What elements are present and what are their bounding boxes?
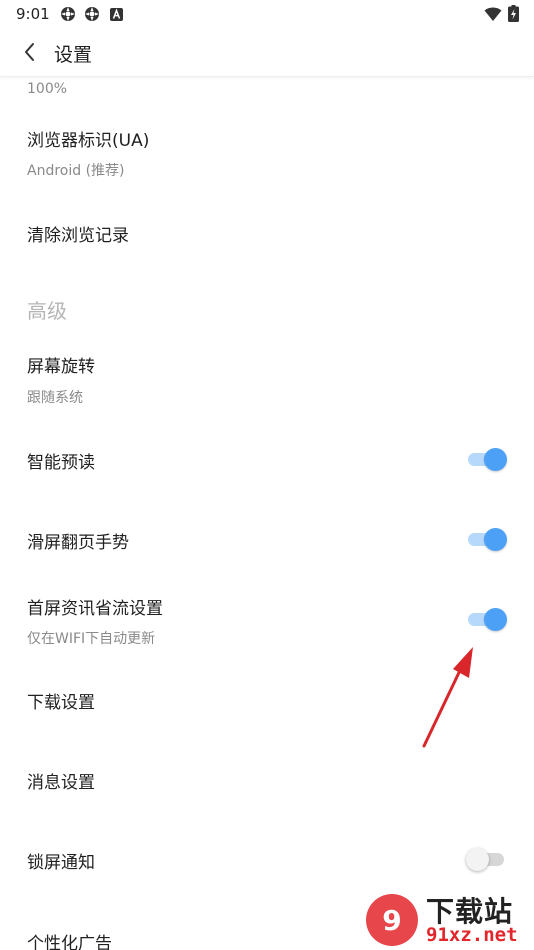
- screen-rotation-title: 屏幕旋转: [27, 357, 95, 377]
- watermark-domain: 91xz.net: [426, 924, 518, 946]
- settings-item-data-saver[interactable]: 首屏资讯省流设置 仅在WIFI下自动更新: [0, 582, 534, 658]
- personalized-ads-title: 个性化广告: [27, 934, 112, 950]
- ua-title: 浏览器标识(UA): [27, 131, 150, 151]
- app-bar: 设置: [0, 28, 534, 77]
- settings-item-screen-rotation[interactable]: 屏幕旋转 跟随系统: [0, 340, 534, 418]
- settings-item-swipe-gesture[interactable]: 滑屏翻页手势: [0, 510, 534, 570]
- lock-screen-notify-title: 锁屏通知: [27, 853, 95, 873]
- lock-screen-notify-toggle[interactable]: [466, 847, 508, 871]
- battery-icon: [508, 5, 519, 22]
- settings-item-clear-history[interactable]: 清除浏览记录: [0, 200, 534, 266]
- ua-summary: Android (推荐): [27, 163, 125, 179]
- advanced-header: 高级: [27, 299, 67, 323]
- swipe-gesture-title: 滑屏翻页手势: [27, 533, 129, 553]
- settings-item-ua[interactable]: 浏览器标识(UA) Android (推荐): [0, 112, 534, 190]
- watermark-logo-icon: 9: [366, 894, 418, 946]
- status-bar: 9:01: [0, 0, 534, 28]
- section-header-advanced: 高级: [0, 282, 534, 332]
- status-time: 9:01: [16, 5, 50, 23]
- settings-item-zoom[interactable]: 100%: [0, 80, 534, 102]
- message-settings-title: 消息设置: [27, 773, 95, 793]
- page-title: 设置: [54, 44, 93, 66]
- clear-history-title: 清除浏览记录: [27, 226, 129, 246]
- data-saver-summary: 仅在WIFI下自动更新: [27, 631, 156, 647]
- watermark: 9 下载站 91xz.net: [360, 888, 534, 950]
- settings-item-download[interactable]: 下载设置: [0, 670, 534, 730]
- settings-item-messages[interactable]: 消息设置: [0, 750, 534, 810]
- download-settings-title: 下载设置: [27, 693, 95, 713]
- settings-item-smart-preload[interactable]: 智能预读: [0, 430, 534, 490]
- svg-text:9: 9: [382, 904, 401, 937]
- settings-item-lock-screen-notify[interactable]: 锁屏通知: [0, 830, 534, 890]
- data-saver-toggle[interactable]: [466, 607, 508, 631]
- swipe-gesture-toggle[interactable]: [466, 527, 508, 551]
- zoom-summary: 100%: [27, 81, 68, 97]
- gear-icon: [85, 7, 99, 21]
- chevron-left-icon[interactable]: [16, 38, 44, 66]
- a-badge-icon: [110, 8, 123, 21]
- smart-preload-toggle[interactable]: [466, 447, 508, 471]
- smart-preload-title: 智能预读: [27, 453, 95, 473]
- data-saver-title: 首屏资讯省流设置: [27, 599, 163, 619]
- gear-icon: [61, 7, 75, 21]
- wifi-icon: [484, 7, 502, 21]
- screen-rotation-summary: 跟随系统: [27, 390, 83, 406]
